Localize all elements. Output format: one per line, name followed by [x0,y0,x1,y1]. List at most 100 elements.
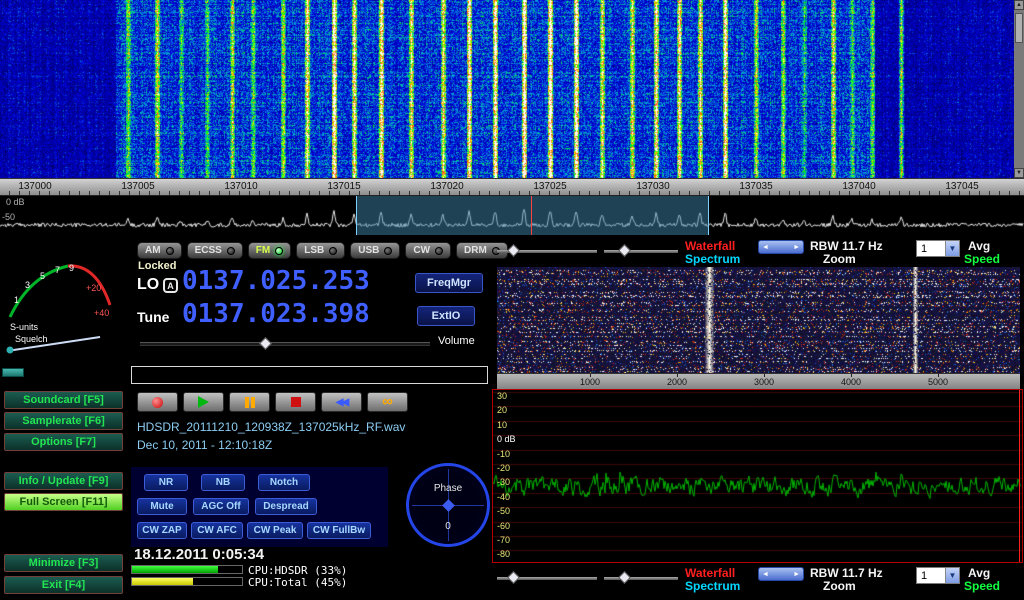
squelch-slider[interactable] [2,368,24,377]
db-scale-label: 0 dB [497,434,516,444]
contrast-slider[interactable] [604,250,678,253]
fullscreen-button[interactable]: Full Screen [F11] [4,493,123,511]
mode-led-icon [329,247,337,255]
arrow-left-icon[interactable]: ◄ [762,244,769,251]
zoom-slider[interactable]: ◄► [758,240,804,254]
playback-progress-bar[interactable] [131,366,488,384]
rbw-label: RBW 11.7 Hz [810,566,883,580]
scrollbar-thumb[interactable] [1015,13,1023,43]
zoom-spectrum[interactable]: 3020100 dB-10-20-30-40-50-60-70-80 [492,389,1023,563]
brightness-slider[interactable] [497,250,597,253]
brightness-slider[interactable] [497,577,597,580]
pause-button[interactable] [229,392,270,412]
ruler-tick: 137040 [842,181,875,192]
cpu-hdsdr-bar [131,565,243,574]
mode-ecss[interactable]: ECSS [187,242,243,259]
mode-led-icon [275,247,283,255]
smeter-tick-plus40: +40 [94,308,109,318]
options-button[interactable]: Options [F7] [4,433,123,451]
lo-lock-badge[interactable]: A [163,278,178,293]
db-zero-label: 0 dB [6,197,25,207]
contrast-slider[interactable] [604,577,678,580]
waterfall-tab[interactable]: Waterfall [685,566,735,580]
lo-frequency-value[interactable]: 0137.025.253 [182,266,370,296]
recording-date: Dec 10, 2011 - 12:10:18Z [137,438,272,452]
waterfall-scrollbar[interactable]: ▲ ▼ [1014,0,1024,178]
spectrum-tab[interactable]: Spectrum [685,252,740,266]
volume-slider[interactable] [140,342,430,346]
smeter-squelch-label: Squelch [15,334,48,344]
mode-cw[interactable]: CW [405,242,451,259]
scroll-up-icon[interactable]: ▲ [1014,0,1024,10]
main-spectrum[interactable]: 0 dB -50 [0,196,1024,235]
frequency-ruler[interactable]: 1370001370051370101370151370201370251370… [0,178,1024,196]
soundcard-button[interactable]: Soundcard [F5] [4,391,123,409]
phase-scope[interactable]: Phase 0 [406,463,490,547]
mode-led-icon [166,247,174,255]
mode-lsb[interactable]: LSB [296,242,345,259]
slider-handle[interactable] [507,571,520,584]
main-waterfall[interactable]: ▲ ▼ [0,0,1024,178]
cpu-total-text: CPU:Total (45%) [248,576,347,589]
cw-peak-button[interactable]: CW Peak [247,522,303,539]
exit-button[interactable]: Exit [F4] [4,576,123,594]
cw-fullbw-button[interactable]: CW FullBw [307,522,371,539]
zoom-waterfall-canvas[interactable] [497,267,1020,373]
scroll-down-icon[interactable]: ▼ [1014,168,1024,178]
rewind-button[interactable]: ◀◀ [321,392,362,412]
speed-select[interactable]: 1▼ [916,567,960,584]
arrow-left-icon[interactable]: ◄ [762,571,769,578]
phase-center-marker-icon [442,499,455,512]
slider-handle[interactable] [507,244,520,257]
arrow-right-icon[interactable]: ► [793,244,800,251]
cw-zap-button[interactable]: CW ZAP [137,522,187,539]
waterfall-tab[interactable]: Waterfall [685,239,735,253]
minimize-button[interactable]: Minimize [F3] [4,554,123,572]
rbw-label: RBW 11.7 Hz [810,239,883,253]
locked-label: Locked [138,260,177,272]
cw-afc-button[interactable]: CW AFC [191,522,243,539]
slider-handle[interactable] [618,571,631,584]
play-button[interactable] [183,392,224,412]
agc-off-button[interactable]: AGC Off [193,498,249,515]
extio-button[interactable]: ExtIO [417,306,475,326]
spectrum-edge-marker [1019,390,1020,562]
spectrum-tab[interactable]: Spectrum [685,579,740,593]
zoom-scale-tick: 5000 [928,377,948,387]
chevron-down-icon[interactable]: ▼ [945,241,959,256]
zoom-spectrum-canvas[interactable] [493,390,1022,562]
mode-fm[interactable]: FM [248,242,291,259]
samplerate-button[interactable]: Samplerate [F6] [4,412,123,430]
chevron-down-icon[interactable]: ▼ [945,568,959,583]
rewind-icon: ◀◀ [336,397,347,408]
speed-select[interactable]: 1▼ [916,240,960,257]
volume-label: Volume [438,335,475,347]
display-controls-top: Waterfall Spectrum ◄► RBW 11.7 Hz Zoom 1… [492,238,1024,266]
avg-label: Avg [968,239,990,253]
arrow-right-icon[interactable]: ► [793,571,800,578]
zoom-slider[interactable]: ◄► [758,567,804,581]
record-button[interactable] [137,392,178,412]
control-panel: 1 3 5 7 9 +20 +40 S-units Squelch Soundc… [0,235,1024,600]
zoom-region-highlight[interactable] [356,196,709,235]
freqmgr-button[interactable]: FreqMgr [415,273,483,293]
ruler-tick: 137010 [224,181,257,192]
stop-button[interactable] [275,392,316,412]
ruler-tick: 137020 [430,181,463,192]
notch-button[interactable]: Notch [258,474,310,491]
zoom-frequency-scale[interactable]: 10002000300040005000 [497,373,1020,389]
tune-frequency-value[interactable]: 0137.023.398 [182,299,370,329]
slider-handle[interactable] [618,244,631,257]
mode-am[interactable]: AM [137,242,182,259]
smeter-tick-3: 3 [25,280,30,290]
info-update-button[interactable]: Info / Update [F9] [4,472,123,490]
main-waterfall-canvas[interactable] [0,0,1014,178]
loop-button[interactable]: ∞ [367,392,408,412]
volume-slider-handle[interactable] [259,337,272,350]
nr-button[interactable]: NR [144,474,188,491]
mute-button[interactable]: Mute [137,498,187,515]
nb-button[interactable]: NB [201,474,245,491]
mode-usb[interactable]: USB [350,242,400,259]
cpu-total-fill [132,578,193,585]
despread-button[interactable]: Despread [255,498,317,515]
